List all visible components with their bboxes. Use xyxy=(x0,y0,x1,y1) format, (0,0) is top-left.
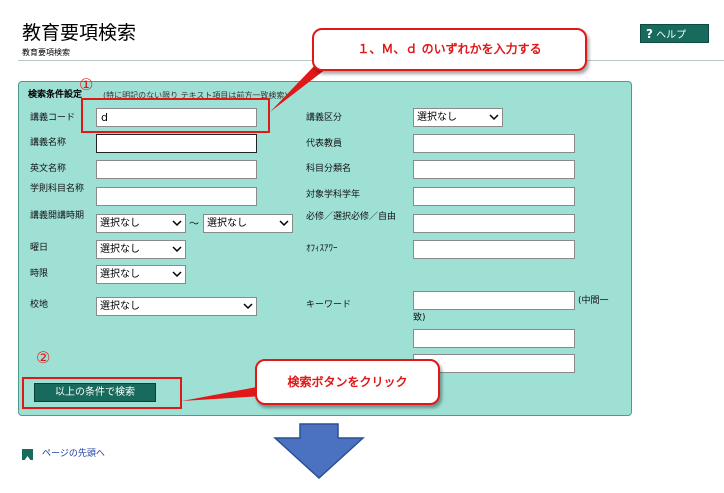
annotation-pointers xyxy=(182,62,365,480)
down-arrow-icon xyxy=(273,423,365,480)
callout-pointer-2 xyxy=(182,386,262,401)
callout-enter-code: １、Ｍ、ｄ のいずれかを入力する xyxy=(312,28,587,71)
page-top-icon xyxy=(22,449,33,461)
callout-click-search: 検索ボタンをクリック xyxy=(255,359,440,405)
page-top-link[interactable]: ページの先頭へ xyxy=(42,449,105,460)
